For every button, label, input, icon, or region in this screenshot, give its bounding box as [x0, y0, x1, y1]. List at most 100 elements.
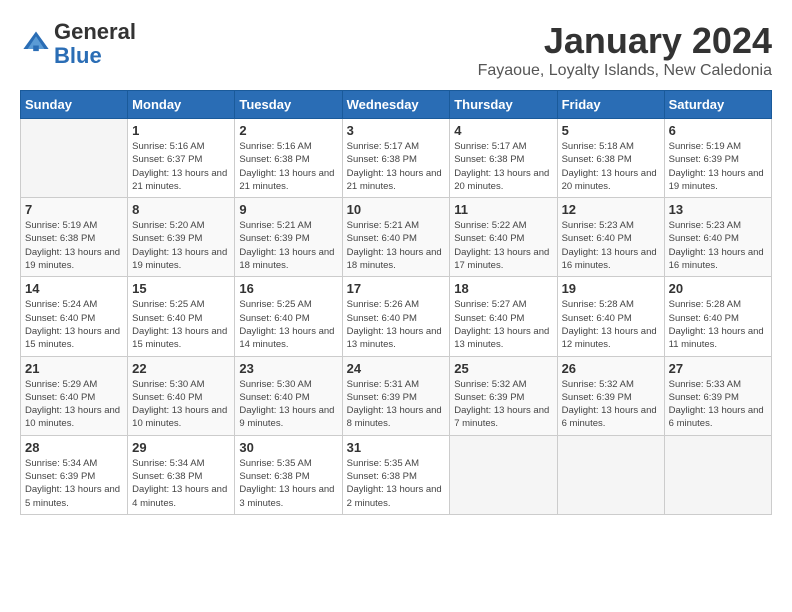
calendar-week-3: 14 Sunrise: 5:24 AMSunset: 6:40 PMDayligh…	[21, 277, 772, 356]
day-number: 3	[347, 123, 446, 138]
day-info: Sunrise: 5:25 AMSunset: 6:40 PMDaylight:…	[132, 298, 230, 351]
day-info: Sunrise: 5:16 AMSunset: 6:38 PMDaylight:…	[239, 140, 337, 193]
calendar-cell: 3Sunrise: 5:17 AMSunset: 6:38 PMDaylight…	[342, 119, 450, 198]
calendar-week-1: 1 Sunrise: 5:16 AMSunset: 6:37 PMDaylight…	[21, 119, 772, 198]
calendar-cell: 19 Sunrise: 5:28 AMSunset: 6:40 PMDayligh…	[557, 277, 664, 356]
calendar-cell: 21 Sunrise: 5:29 AMSunset: 6:40 PMDayligh…	[21, 356, 128, 435]
day-info: Sunrise: 5:21 AMSunset: 6:40 PMDaylight:…	[347, 219, 446, 272]
calendar-week-4: 21 Sunrise: 5:29 AMSunset: 6:40 PMDayligh…	[21, 356, 772, 435]
day-number: 26	[562, 361, 660, 376]
calendar-cell: 10 Sunrise: 5:21 AMSunset: 6:40 PMDayligh…	[342, 198, 450, 277]
day-number: 7	[25, 202, 123, 217]
logo-general-text: General	[54, 19, 136, 44]
title-block: January 2024 Fayaoue, Loyalty Islands, N…	[478, 20, 772, 80]
day-number: 4	[454, 123, 552, 138]
day-info: Sunrise: 5:23 AMSunset: 6:40 PMDaylight:…	[562, 219, 660, 272]
day-info: Sunrise: 5:24 AMSunset: 6:40 PMDaylight:…	[25, 298, 123, 351]
calendar-cell	[664, 435, 771, 514]
calendar-cell: 31 Sunrise: 5:35 AMSunset: 6:38 PMDayligh…	[342, 435, 450, 514]
day-number: 24	[347, 361, 446, 376]
day-info: Sunrise: 5:26 AMSunset: 6:40 PMDaylight:…	[347, 298, 446, 351]
calendar-cell	[557, 435, 664, 514]
location-subtitle: Fayaoue, Loyalty Islands, New Caledonia	[478, 62, 772, 80]
logo: General Blue	[20, 20, 136, 68]
day-info: Sunrise: 5:28 AMSunset: 6:40 PMDaylight:…	[669, 298, 767, 351]
day-number: 10	[347, 202, 446, 217]
calendar-cell: 20 Sunrise: 5:28 AMSunset: 6:40 PMDayligh…	[664, 277, 771, 356]
day-info: Sunrise: 5:16 AMSunset: 6:37 PMDaylight:…	[132, 140, 230, 193]
calendar-cell: 14 Sunrise: 5:24 AMSunset: 6:40 PMDayligh…	[21, 277, 128, 356]
day-info: Sunrise: 5:28 AMSunset: 6:40 PMDaylight:…	[562, 298, 660, 351]
day-number: 30	[239, 440, 337, 455]
calendar-cell: 28 Sunrise: 5:34 AMSunset: 6:39 PMDayligh…	[21, 435, 128, 514]
calendar-cell	[21, 119, 128, 198]
day-number: 22	[132, 361, 230, 376]
day-number: 14	[25, 281, 123, 296]
logo-icon	[22, 28, 50, 56]
page-header: General Blue January 2024 Fayaoue, Loyal…	[20, 20, 772, 80]
calendar-table: Sunday Monday Tuesday Wednesday Thursday…	[20, 90, 772, 515]
day-info: Sunrise: 5:30 AMSunset: 6:40 PMDaylight:…	[239, 378, 337, 431]
calendar-cell: 9 Sunrise: 5:21 AMSunset: 6:39 PMDaylight…	[235, 198, 342, 277]
day-number: 19	[562, 281, 660, 296]
day-info: Sunrise: 5:35 AMSunset: 6:38 PMDaylight:…	[239, 457, 337, 510]
day-number: 17	[347, 281, 446, 296]
calendar-cell: 16 Sunrise: 5:25 AMSunset: 6:40 PMDayligh…	[235, 277, 342, 356]
day-info: Sunrise: 5:17 AMSunset: 6:38 PMDaylight:…	[454, 140, 552, 193]
day-info: Sunrise: 5:27 AMSunset: 6:40 PMDaylight:…	[454, 298, 552, 351]
calendar-cell: 12 Sunrise: 5:23 AMSunset: 6:40 PMDayligh…	[557, 198, 664, 277]
day-number: 25	[454, 361, 552, 376]
day-number: 21	[25, 361, 123, 376]
day-info: Sunrise: 5:23 AMSunset: 6:40 PMDaylight:…	[669, 219, 767, 272]
day-info: Sunrise: 5:30 AMSunset: 6:40 PMDaylight:…	[132, 378, 230, 431]
day-number: 5	[562, 123, 660, 138]
day-info: Sunrise: 5:19 AMSunset: 6:38 PMDaylight:…	[25, 219, 123, 272]
day-info: Sunrise: 5:34 AMSunset: 6:39 PMDaylight:…	[25, 457, 123, 510]
day-info: Sunrise: 5:31 AMSunset: 6:39 PMDaylight:…	[347, 378, 446, 431]
day-info: Sunrise: 5:20 AMSunset: 6:39 PMDaylight:…	[132, 219, 230, 272]
day-number: 20	[669, 281, 767, 296]
day-number: 29	[132, 440, 230, 455]
header-tuesday: Tuesday	[235, 91, 342, 119]
day-number: 28	[25, 440, 123, 455]
day-number: 8	[132, 202, 230, 217]
day-number: 11	[454, 202, 552, 217]
header-monday: Monday	[128, 91, 235, 119]
calendar-cell: 5 Sunrise: 5:18 AMSunset: 6:38 PMDaylight…	[557, 119, 664, 198]
month-title: January 2024	[478, 20, 772, 62]
day-number: 1	[132, 123, 230, 138]
day-number: 9	[239, 202, 337, 217]
day-number: 16	[239, 281, 337, 296]
day-info: Sunrise: 5:21 AMSunset: 6:39 PMDaylight:…	[239, 219, 337, 272]
day-info: Sunrise: 5:34 AMSunset: 6:38 PMDaylight:…	[132, 457, 230, 510]
calendar-cell: 8 Sunrise: 5:20 AMSunset: 6:39 PMDaylight…	[128, 198, 235, 277]
calendar-header-row: Sunday Monday Tuesday Wednesday Thursday…	[21, 91, 772, 119]
day-number: 31	[347, 440, 446, 455]
calendar-cell: 30 Sunrise: 5:35 AMSunset: 6:38 PMDayligh…	[235, 435, 342, 514]
calendar-cell: 2Sunrise: 5:16 AMSunset: 6:38 PMDaylight…	[235, 119, 342, 198]
day-number: 12	[562, 202, 660, 217]
calendar-cell: 25 Sunrise: 5:32 AMSunset: 6:39 PMDayligh…	[450, 356, 557, 435]
day-number: 13	[669, 202, 767, 217]
day-info: Sunrise: 5:29 AMSunset: 6:40 PMDaylight:…	[25, 378, 123, 431]
day-info: Sunrise: 5:25 AMSunset: 6:40 PMDaylight:…	[239, 298, 337, 351]
day-number: 6	[669, 123, 767, 138]
day-info: Sunrise: 5:35 AMSunset: 6:38 PMDaylight:…	[347, 457, 446, 510]
day-info: Sunrise: 5:32 AMSunset: 6:39 PMDaylight:…	[454, 378, 552, 431]
calendar-cell: 13 Sunrise: 5:23 AMSunset: 6:40 PMDayligh…	[664, 198, 771, 277]
day-info: Sunrise: 5:22 AMSunset: 6:40 PMDaylight:…	[454, 219, 552, 272]
calendar-cell: 1 Sunrise: 5:16 AMSunset: 6:37 PMDaylight…	[128, 119, 235, 198]
calendar-cell: 22 Sunrise: 5:30 AMSunset: 6:40 PMDayligh…	[128, 356, 235, 435]
calendar-cell: 15Sunrise: 5:25 AMSunset: 6:40 PMDayligh…	[128, 277, 235, 356]
header-thursday: Thursday	[450, 91, 557, 119]
calendar-cell	[450, 435, 557, 514]
calendar-week-2: 7 Sunrise: 5:19 AMSunset: 6:38 PMDaylight…	[21, 198, 772, 277]
calendar-cell: 11 Sunrise: 5:22 AMSunset: 6:40 PMDayligh…	[450, 198, 557, 277]
day-info: Sunrise: 5:32 AMSunset: 6:39 PMDaylight:…	[562, 378, 660, 431]
day-info: Sunrise: 5:33 AMSunset: 6:39 PMDaylight:…	[669, 378, 767, 431]
calendar-cell: 26 Sunrise: 5:32 AMSunset: 6:39 PMDayligh…	[557, 356, 664, 435]
day-info: Sunrise: 5:18 AMSunset: 6:38 PMDaylight:…	[562, 140, 660, 193]
header-wednesday: Wednesday	[342, 91, 450, 119]
calendar-cell: 27Sunrise: 5:33 AMSunset: 6:39 PMDayligh…	[664, 356, 771, 435]
logo-blue-text: Blue	[54, 43, 102, 68]
